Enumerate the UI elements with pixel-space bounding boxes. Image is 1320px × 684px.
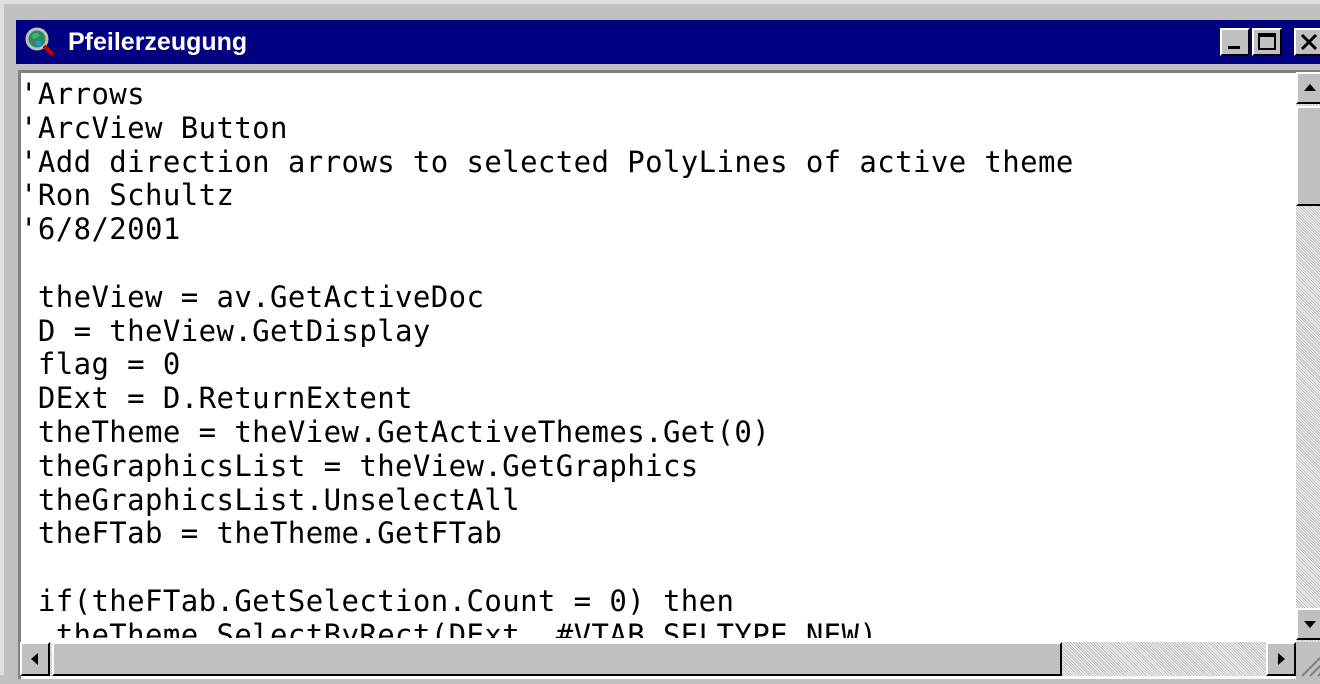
code-line: 'ArcView Button xyxy=(20,110,288,145)
code-line: flag = 0 xyxy=(20,347,181,382)
minimize-icon xyxy=(1228,46,1240,49)
arrow-down-icon xyxy=(1304,621,1316,628)
script-code[interactable]: 'Arrows 'ArcView Button 'Add direction a… xyxy=(20,78,1294,638)
arrow-up-icon xyxy=(1304,84,1316,91)
code-line: theGraphicsList = theView.GetGraphics xyxy=(20,448,699,483)
scroll-left-button[interactable] xyxy=(20,642,50,676)
resize-grip-icon xyxy=(1301,656,1320,677)
code-line: theTheme = theView.GetActiveThemes.Get(0… xyxy=(20,414,771,449)
scroll-up-button[interactable] xyxy=(1296,72,1320,104)
vertical-scroll-thumb[interactable] xyxy=(1296,106,1320,206)
maximize-button[interactable] xyxy=(1252,28,1282,56)
title-bar[interactable]: Pfeilerzeugung xyxy=(16,20,1320,64)
scroll-down-button[interactable] xyxy=(1296,608,1320,640)
code-line: 'Arrows xyxy=(20,78,146,111)
arrow-right-icon xyxy=(1278,653,1285,665)
script-window: Pfeilerzeugung 'Arrows 'ArcView Button '… xyxy=(0,0,1320,679)
horizontal-scroll-thumb[interactable] xyxy=(52,642,1062,676)
size-grip[interactable] xyxy=(1296,642,1320,679)
code-line: D = theView.GetDisplay xyxy=(20,313,431,348)
code-line: if(theFTab.GetSelection.Count = 0) then xyxy=(20,583,735,618)
code-line: '6/8/2001 xyxy=(20,212,181,247)
arcview-globe-magnifier-icon[interactable] xyxy=(24,26,56,58)
code-line: theView = av.GetActiveDoc xyxy=(20,279,485,314)
arrow-left-icon xyxy=(31,653,38,665)
scroll-right-button[interactable] xyxy=(1266,642,1296,676)
close-button[interactable] xyxy=(1294,28,1320,56)
vertical-scrollbar[interactable] xyxy=(1296,72,1320,642)
code-line: theGraphicsList.UnselectAll xyxy=(20,482,521,517)
horizontal-scrollbar[interactable] xyxy=(20,642,1296,676)
code-line: 'Ron Schultz xyxy=(20,178,235,213)
code-line: theFTab = theTheme.GetFTab xyxy=(20,516,503,551)
maximize-icon xyxy=(1258,33,1276,50)
code-line: 'Add direction arrows to selected PolyLi… xyxy=(20,144,1074,179)
minimize-button[interactable] xyxy=(1220,28,1250,56)
close-icon xyxy=(1300,33,1318,51)
window-title: Pfeilerzeugung xyxy=(68,28,248,56)
code-line: DExt = D.ReturnExtent xyxy=(20,381,413,416)
code-line: theTheme.SelectByRect(DExt, #VTAB_SELTYP… xyxy=(20,617,878,638)
